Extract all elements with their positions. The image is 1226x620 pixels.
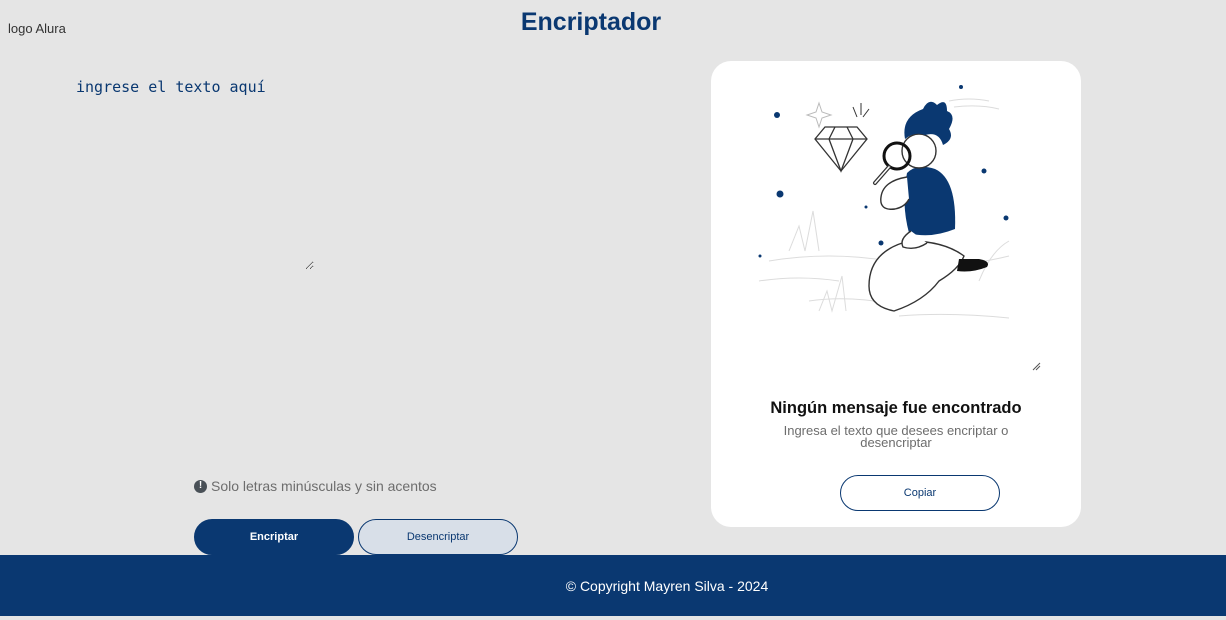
hint-text: Solo letras minúsculas y sin acentos (211, 478, 437, 494)
footer: © Copyright Mayren Silva - 2024 (0, 555, 1226, 616)
encrypt-button[interactable]: Encriptar (194, 519, 354, 555)
text-input[interactable] (68, 72, 314, 270)
copy-button[interactable]: Copiar (840, 475, 1000, 511)
person-with-magnifier-illustration (758, 85, 1010, 319)
page-title: Encriptador (520, 8, 662, 36)
exclamation-circle-icon: ! (194, 479, 207, 493)
input-hint: ! Solo letras minúsculas y sin acentos (194, 478, 437, 494)
resize-handle-icon[interactable] (1031, 361, 1041, 371)
copyright-text: © Copyright Mayren Silva - 2024 (565, 577, 769, 594)
empty-message-subtitle: Ingresa el texto que desees encriptar o … (783, 423, 1009, 450)
output-card: Ningún mensaje fue encontrado Ingresa el… (711, 61, 1081, 527)
empty-message-title: Ningún mensaje fue encontrado (770, 399, 1022, 417)
decrypt-button[interactable]: Desencriptar (358, 519, 518, 555)
